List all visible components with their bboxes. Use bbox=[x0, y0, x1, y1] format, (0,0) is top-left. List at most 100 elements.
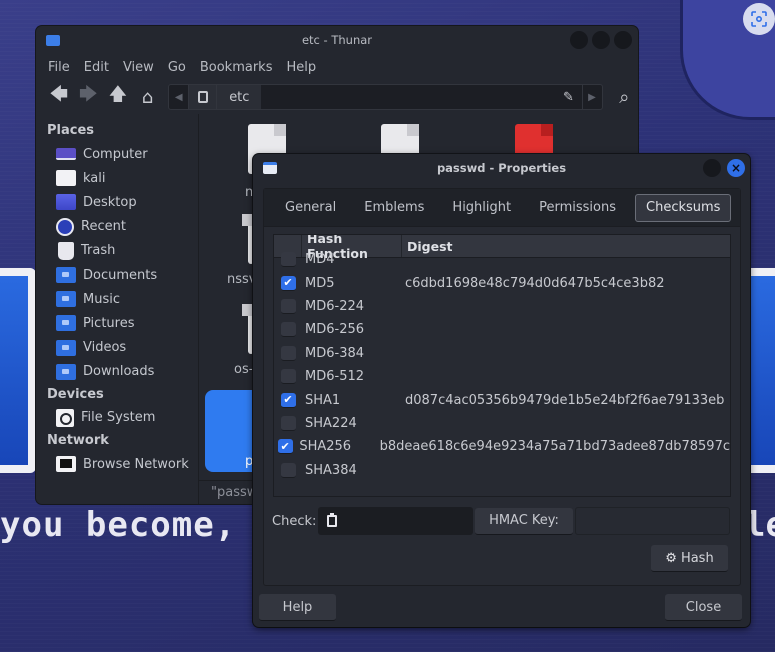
close-button[interactable]: Close bbox=[665, 594, 742, 621]
location-bar: ◀ etc ✎ ▶ bbox=[168, 84, 603, 110]
network-heading: Network bbox=[47, 433, 109, 449]
dialog-titlebar[interactable]: passwd - Properties × bbox=[253, 154, 750, 182]
sidebar-item-pictures[interactable]: Pictures bbox=[36, 311, 198, 335]
hash-function-name: SHA1 bbox=[305, 392, 341, 408]
check-input[interactable] bbox=[318, 507, 473, 535]
hash-function-name: MD6-512 bbox=[305, 369, 365, 385]
hash-row[interactable]: ✔ SHA1 d087c4ac05356b9479de1b5e24bf2f6ae79… bbox=[274, 388, 730, 411]
sidebar: Places Computer kali Desktop Recent Tras… bbox=[36, 114, 199, 504]
check-label: Check: bbox=[272, 513, 317, 529]
path-root-button[interactable] bbox=[189, 85, 218, 109]
downloads-folder-icon bbox=[56, 363, 76, 380]
toolbar: 🡄 🡆 🡅 ⌂ ◀ etc ✎ ▶ ⌕ bbox=[36, 80, 638, 114]
home-icon[interactable]: ⌂ bbox=[135, 84, 161, 110]
hash-digest: d087c4ac05356b9479de1b5e24bf2f6ae79133eb bbox=[405, 392, 725, 408]
hash-row[interactable]: MD6-512 bbox=[274, 365, 730, 388]
tab-general[interactable]: General bbox=[272, 194, 349, 222]
tab-permissions[interactable]: Permissions bbox=[526, 194, 629, 222]
hash-checkbox[interactable] bbox=[280, 252, 296, 268]
hash-row[interactable]: SHA224 bbox=[274, 412, 730, 435]
close-icon[interactable]: × bbox=[727, 159, 745, 177]
menu-edit[interactable]: Edit bbox=[84, 60, 109, 75]
hash-checkbox[interactable] bbox=[280, 415, 296, 431]
hash-button[interactable]: ⚙ Hash bbox=[651, 545, 728, 572]
edit-location-icon[interactable]: ✎ bbox=[556, 85, 582, 109]
hash-function-name: MD5 bbox=[305, 275, 335, 291]
arrow-right-icon[interactable]: 🡆 bbox=[76, 84, 102, 110]
menu-bookmarks[interactable]: Bookmarks bbox=[200, 60, 273, 75]
hash-function-name: MD4 bbox=[305, 252, 335, 268]
hash-row[interactable]: SHA384 bbox=[274, 459, 730, 482]
hash-checkbox[interactable] bbox=[280, 298, 296, 314]
hmac-key-input[interactable] bbox=[575, 507, 730, 535]
screenshot-button[interactable] bbox=[743, 3, 775, 35]
properties-dialog: passwd - Properties × General Emblems Hi… bbox=[253, 154, 750, 627]
minimize-button[interactable] bbox=[570, 31, 588, 49]
folder-icon bbox=[46, 35, 60, 46]
network-icon bbox=[56, 456, 76, 473]
sidebar-item-videos[interactable]: Videos bbox=[36, 336, 198, 360]
menu-file[interactable]: File bbox=[48, 60, 70, 75]
sidebar-item-computer[interactable]: Computer bbox=[36, 142, 198, 166]
menu-view[interactable]: View bbox=[123, 60, 154, 75]
hash-function-list[interactable]: Hash Function Digest MD4 ✔ MD5 c6dbd1698e48… bbox=[273, 234, 731, 497]
sidebar-item-desktop[interactable]: Desktop bbox=[36, 190, 198, 214]
hash-checkbox[interactable] bbox=[280, 369, 296, 385]
dialog-title: passwd - Properties bbox=[436, 161, 567, 175]
hash-function-name: MD6-384 bbox=[305, 345, 365, 361]
sidebar-item-documents[interactable]: Documents bbox=[36, 263, 198, 287]
drive-icon bbox=[56, 408, 74, 427]
tab-highlight[interactable]: Highlight bbox=[439, 194, 524, 222]
sidebar-item-music[interactable]: Music bbox=[36, 287, 198, 311]
hash-function-name: SHA384 bbox=[305, 462, 357, 478]
hash-function-name: SHA224 bbox=[305, 415, 357, 431]
sidebar-item-downloads[interactable]: Downloads bbox=[36, 360, 198, 384]
sidebar-item-file-system[interactable]: File System bbox=[36, 406, 198, 430]
sidebar-item-kali[interactable]: kali bbox=[36, 166, 198, 190]
sidebar-item-recent[interactable]: Recent bbox=[36, 215, 198, 239]
path-scroll-right[interactable]: ▶ bbox=[581, 85, 602, 109]
sidebar-item-trash[interactable]: Trash bbox=[36, 239, 198, 263]
file-label[interactable]: os- bbox=[234, 362, 253, 377]
devices-heading: Devices bbox=[47, 386, 104, 402]
help-button[interactable]: Help bbox=[259, 594, 336, 621]
hash-row[interactable]: MD6-384 bbox=[274, 342, 730, 365]
maximize-button[interactable] bbox=[703, 159, 721, 177]
music-folder-icon bbox=[56, 291, 76, 308]
hash-row[interactable]: MD6-256 bbox=[274, 318, 730, 341]
arrow-left-icon[interactable]: 🡄 bbox=[46, 84, 72, 110]
column-header-digest[interactable]: Digest bbox=[402, 235, 730, 257]
hash-row[interactable]: MD6-224 bbox=[274, 295, 730, 318]
hash-checkbox[interactable]: ✔ bbox=[277, 439, 293, 455]
thunar-titlebar[interactable]: etc - Thunar bbox=[36, 26, 638, 54]
tab-emblems[interactable]: Emblems bbox=[351, 194, 437, 222]
hash-checkbox[interactable]: ✔ bbox=[280, 275, 296, 291]
search-icon[interactable]: ⌕ bbox=[611, 84, 639, 110]
path-scroll-left[interactable]: ◀ bbox=[169, 85, 190, 109]
close-button[interactable] bbox=[614, 31, 632, 49]
tab-checksums[interactable]: Checksums bbox=[635, 193, 732, 222]
sidebar-item-browse-network[interactable]: Browse Network bbox=[36, 452, 198, 476]
hash-function-name: MD6-224 bbox=[305, 298, 365, 314]
hash-checkbox[interactable] bbox=[280, 345, 296, 361]
hash-digest: b8deae618c6e94e9234a75a71bd73adee87db785… bbox=[379, 439, 730, 455]
hmac-key-button[interactable]: HMAC Key: bbox=[475, 507, 573, 535]
hash-checkbox[interactable]: ✔ bbox=[280, 392, 296, 408]
path-etc-button[interactable]: etc bbox=[217, 85, 262, 109]
hash-row[interactable]: ✔ MD5 c6dbd1698e48c794d0d647b5c4ce3b82 bbox=[274, 271, 730, 294]
hash-function-name: MD6-256 bbox=[305, 322, 365, 338]
wallpaper-graphic-left bbox=[0, 268, 36, 473]
maximize-button[interactable] bbox=[592, 31, 610, 49]
hash-digest: c6dbd1698e48c794d0d647b5c4ce3b82 bbox=[405, 275, 665, 291]
hash-checkbox[interactable] bbox=[280, 462, 296, 478]
check-row: Check: HMAC Key: bbox=[272, 507, 730, 535]
clipboard-icon[interactable] bbox=[327, 513, 337, 527]
menu-help[interactable]: Help bbox=[286, 60, 316, 75]
recent-icon bbox=[56, 217, 74, 236]
arrow-up-icon[interactable]: 🡅 bbox=[105, 84, 131, 110]
desktop-icon bbox=[56, 194, 76, 211]
file-label[interactable]: n bbox=[245, 185, 253, 200]
hash-row[interactable]: ✔ SHA256 b8deae618c6e94e9234a75a71bd73adee… bbox=[274, 435, 730, 458]
hash-checkbox[interactable] bbox=[280, 322, 296, 338]
menu-go[interactable]: Go bbox=[168, 60, 186, 75]
